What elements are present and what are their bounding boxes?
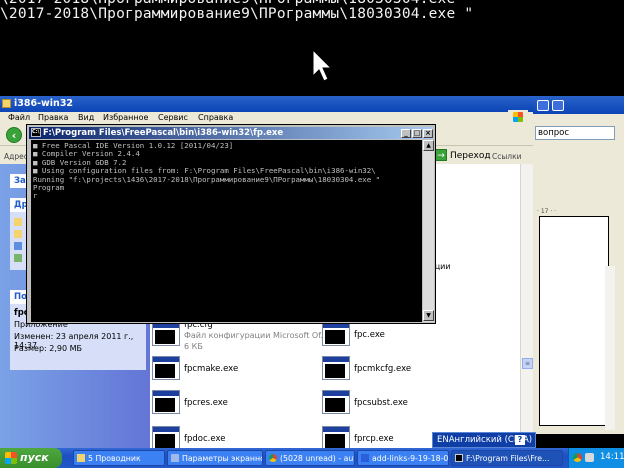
taskbar: пуск 5 Проводник Параметры экранно... (5…: [0, 448, 624, 468]
taskbar-button-document[interactable]: add-links-9-19-18-03...: [357, 450, 449, 466]
start-button[interactable]: пуск: [0, 448, 62, 468]
exe-file-icon: [152, 356, 180, 380]
help-search-text: вопрос: [538, 128, 570, 138]
ruler-label: · 17 · ·: [537, 208, 557, 215]
mouse-pointer-icon: [312, 48, 333, 82]
console-line: \2017-2018\Программирование9\ПРограммы\1…: [0, 6, 474, 22]
clock[interactable]: 14:11: [600, 452, 624, 462]
scroll-down-arrow-icon[interactable]: ▼: [423, 310, 434, 321]
document-scrollbar[interactable]: [605, 266, 615, 430]
file-description: Файл конфигурации Microsoft Of...: [184, 331, 329, 340]
taskbar-button-label: (5028 unread) - auto...: [280, 454, 354, 463]
taskbar-button-mail[interactable]: (5028 unread) - auto...: [265, 450, 355, 466]
taskbar-button-screen-settings[interactable]: Параметры экранно...: [167, 450, 263, 466]
file-name: fpcres.exe: [184, 398, 228, 408]
help-icon[interactable]: ?: [515, 435, 525, 445]
windows-logo-icon: [508, 110, 528, 124]
windows-logo-icon: [5, 452, 17, 464]
document-title-bar[interactable]: [533, 96, 624, 114]
console-line: Program: [33, 183, 65, 193]
word-document-icon: [361, 454, 369, 462]
taskbar-button-label: 5 Проводник: [88, 454, 141, 463]
file-name: fpcsubst.exe: [354, 398, 408, 408]
folder-icon: [14, 230, 22, 238]
menu-file[interactable]: Файл: [8, 113, 30, 122]
menu-view[interactable]: Вид: [78, 113, 94, 122]
speaker-icon[interactable]: [585, 453, 594, 462]
exe-file-icon: [322, 390, 350, 414]
file-name: fpcmkcfg.exe: [354, 364, 412, 374]
computer-icon: [14, 242, 22, 250]
maximize-button[interactable]: □: [412, 129, 422, 138]
explorer-title-bar[interactable]: i386-win32: [0, 96, 533, 112]
taskbar-button-label: add-links-9-19-18-03...: [372, 454, 449, 463]
exe-file-icon: [322, 322, 350, 346]
folder-icon: [14, 218, 22, 226]
console-line: r: [33, 191, 38, 201]
document-page[interactable]: [539, 216, 609, 426]
close-button[interactable]: ×: [423, 129, 433, 138]
folder-icon: [77, 454, 85, 462]
folder-icon: [2, 99, 11, 108]
console-scrollbar[interactable]: ▲ ▼: [423, 140, 434, 322]
console-line: Running "f:\projects\1436\2017-2018\Прог…: [33, 174, 381, 184]
go-button[interactable]: Переход: [450, 151, 491, 161]
file-size: 6 КБ: [184, 342, 203, 351]
task-pane-head-label: За: [14, 176, 26, 186]
taskbar-button-label: F:\Program Files\Fre...: [466, 454, 550, 463]
console-icon: [455, 454, 463, 462]
config-file-icon: [152, 322, 180, 346]
taskbar-button-label: Параметры экранно...: [182, 454, 262, 463]
start-label: пуск: [20, 451, 49, 464]
exe-file-icon: [322, 356, 350, 380]
help-search-input[interactable]: вопрос: [535, 126, 615, 140]
address-label: Адрес: [4, 152, 28, 161]
file-name: fpc.exe: [354, 330, 385, 340]
language-bar[interactable]: ENАнглийский (США) ?: [432, 432, 536, 448]
exe-file-icon: [152, 390, 180, 414]
fp-window-title: F:\Program Files\FreePascal\bin\i386-win…: [43, 128, 284, 138]
explorer-menu-bar: Файл Правка Вид Избранное Сервис Справка: [0, 112, 533, 124]
file-name: fpcmake.exe: [184, 364, 239, 374]
scroll-up-arrow-icon[interactable]: ▲: [423, 140, 434, 151]
fp-title-bar[interactable]: C:\ F:\Program Files\FreePascal\bin\i386…: [29, 127, 433, 139]
exe-file-icon: [322, 426, 350, 448]
menu-edit[interactable]: Правка: [38, 113, 68, 122]
taskbar-button-explorer[interactable]: 5 Проводник: [73, 450, 165, 466]
minimize-button[interactable]: _: [401, 129, 411, 138]
display-settings-icon: [171, 454, 179, 462]
menu-favorites[interactable]: Избранное: [103, 113, 148, 122]
links-label[interactable]: Ссылки: [492, 152, 521, 161]
file-name: fprcp.exe: [354, 434, 394, 444]
exe-file-icon: [152, 426, 180, 448]
network-icon: [14, 254, 22, 262]
tray-app-icon[interactable]: [573, 453, 582, 462]
explorer-vertical-scrollbar[interactable]: ≡ ▼: [520, 164, 533, 448]
minimize-button[interactable]: [537, 100, 549, 111]
go-arrow-icon[interactable]: →: [435, 149, 447, 161]
background-document-window: вопрос · 17 · ·: [533, 96, 624, 434]
system-tray: 14:11: [568, 448, 624, 468]
chrome-icon: [269, 454, 277, 462]
back-button[interactable]: ‹: [6, 127, 22, 143]
taskbar-button-fp-console[interactable]: F:\Program Files\Fre...: [451, 450, 563, 466]
scroll-thumb-grip-icon[interactable]: ≡: [522, 358, 533, 369]
explorer-title: i386-win32: [14, 98, 74, 109]
file-name: fpdoc.exe: [184, 434, 226, 444]
console-icon: C:\: [31, 128, 41, 137]
console-output[interactable]: ■ Free Pascal IDE Version 1.0.12 [2011/0…: [31, 140, 422, 322]
menu-tools[interactable]: Сервис: [158, 113, 188, 122]
menu-help[interactable]: Справка: [198, 113, 233, 122]
fp-console-window: C:\ F:\Program Files\FreePascal\bin\i386…: [26, 124, 436, 324]
maximize-button[interactable]: [552, 100, 564, 111]
details-file-size: Размер: 2,90 МБ: [14, 344, 82, 353]
